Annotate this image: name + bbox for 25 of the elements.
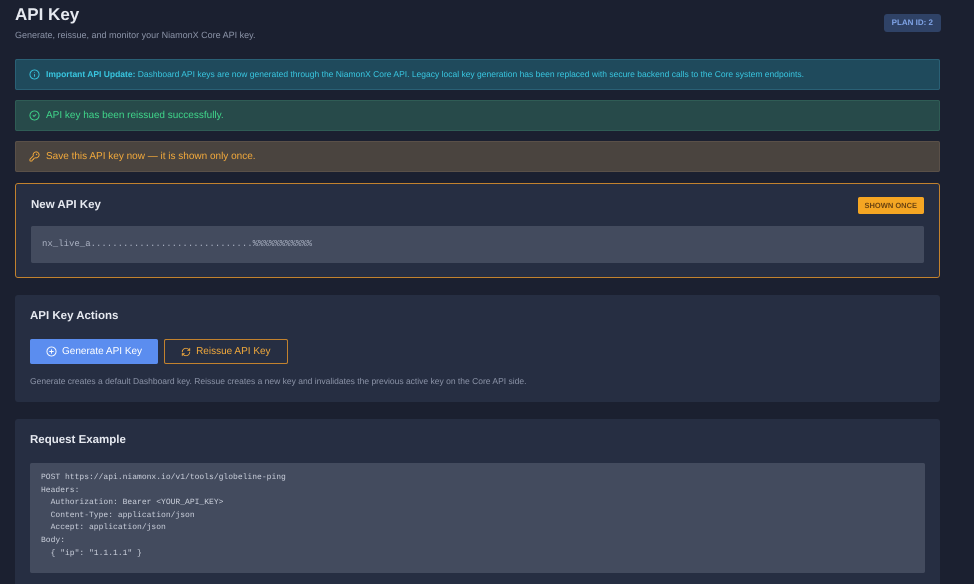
generate-button[interactable]: Generate API Key: [30, 339, 158, 364]
code-line: Authorization: Bearer <YOUR_API_KEY>: [50, 497, 224, 510]
card-title: New API Key: [31, 198, 101, 212]
info-icon: [29, 68, 40, 80]
code-line: { "ip": "1.1.1.1" }: [50, 548, 143, 560]
page-title: API Key: [15, 4, 80, 26]
check-circle-icon: [29, 110, 40, 120]
code-line: Headers:: [41, 484, 80, 497]
code-line: POST https://api.niamonx.io/v1/tools/globeline-ping: [41, 472, 287, 484]
plus-circle-icon: [46, 346, 57, 357]
api-key-field[interactable]: nx_live_a..............................%%%%%%%%%%%: [31, 226, 924, 263]
plan-badge: PLAN ID: 2: [884, 14, 941, 32]
alert-text: Important API Update: Dashboard API keys are now generated through the NiamonX Core API. Legacy local key generation has been replaced with secure backend calls to the Core system endpoints.: [46, 68, 804, 80]
actions-note: Generate creates a default Dashboard key. Reissue creates a new key and invalidates the previous active key on the Core API side.: [30, 375, 528, 388]
alert-text: Save this API key now — it is shown only once.: [46, 150, 256, 164]
page-subtitle: Generate, reissue, and monitor your NiamonX Core API key.: [15, 29, 256, 42]
alert-text: API key has been reissued successfully.: [46, 108, 224, 122]
card-title: API Key Actions: [30, 308, 120, 324]
reissue-button[interactable]: Reissue API Key: [164, 339, 288, 364]
code-line: Content-Type: application/json: [50, 510, 196, 522]
refresh-icon: [181, 346, 192, 356]
key-icon: [29, 150, 40, 162]
code-line: Body:: [41, 534, 66, 547]
code-line: Accept: application/json: [50, 522, 167, 534]
card-title: Request Example: [30, 432, 127, 448]
